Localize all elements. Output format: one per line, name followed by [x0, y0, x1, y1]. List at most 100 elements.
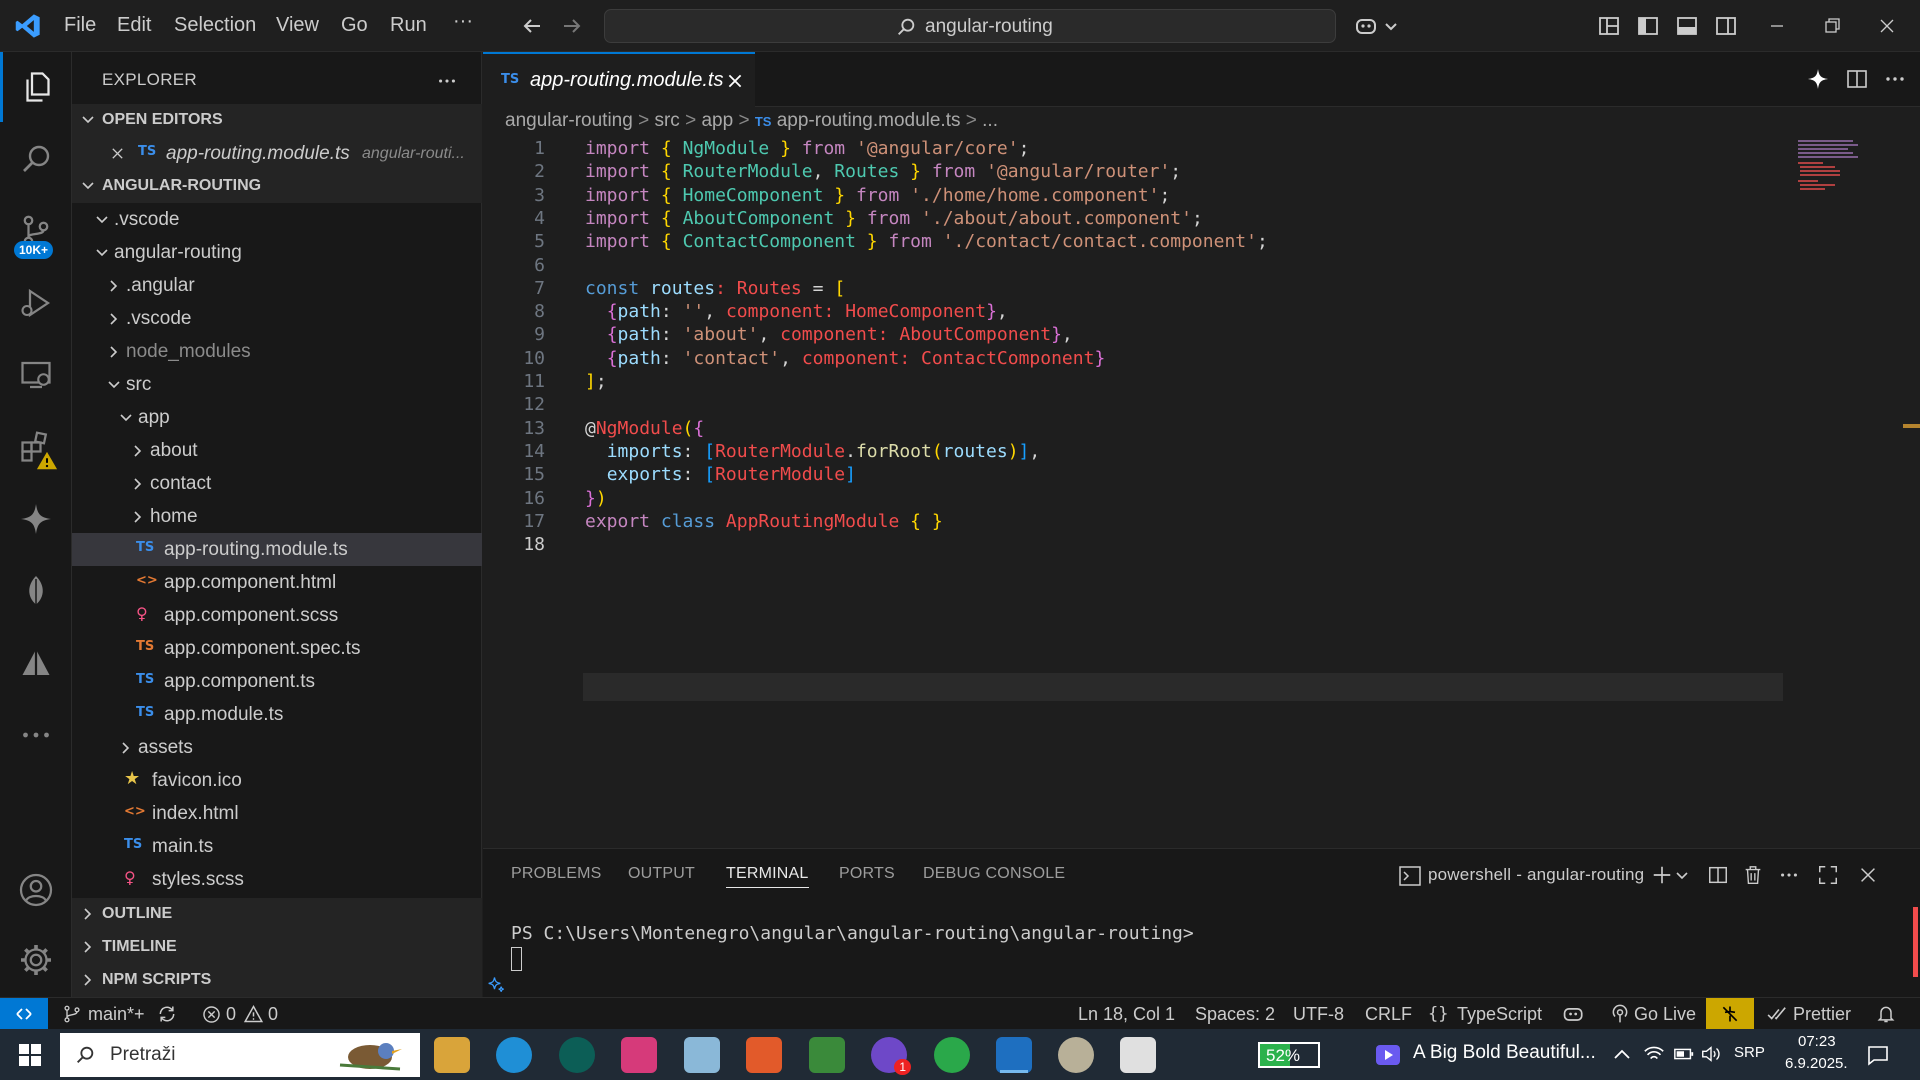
sparkle-icon[interactable] [1806, 67, 1830, 91]
toggle-panel-icon[interactable] [1675, 14, 1699, 38]
minimap[interactable] [1788, 136, 1908, 196]
line-ending[interactable]: CRLF [1365, 1004, 1412, 1025]
git-branch[interactable]: main*+ [88, 1004, 145, 1025]
tree-item[interactable]: assets [72, 731, 482, 764]
notification-toggle[interactable] [1706, 998, 1754, 1030]
customize-layout-icon[interactable] [1597, 14, 1621, 38]
split-editor-icon[interactable] [1845, 67, 1869, 91]
source-control-activity[interactable]: 10K+ [0, 196, 72, 266]
tab-debug-console[interactable]: DEBUG CONSOLE [923, 865, 1065, 883]
tree-item[interactable]: TS main.ts [72, 830, 482, 863]
menu-run[interactable]: Run [390, 14, 427, 37]
sparkle-icon[interactable] [487, 975, 507, 995]
error-icon[interactable] [202, 1005, 221, 1024]
go-live[interactable]: Go Live [1634, 1004, 1696, 1025]
remote-indicator[interactable] [0, 998, 48, 1030]
breadcrumb-symbol[interactable]: ... [982, 110, 998, 131]
menu-edit[interactable]: Edit [117, 14, 151, 37]
more-actions-icon[interactable] [1883, 67, 1907, 91]
explorer-activity[interactable] [0, 52, 72, 122]
cursor-position[interactable]: Ln 18, Col 1 [1078, 1004, 1175, 1025]
tree-item[interactable]: <> index.html [72, 797, 482, 830]
viber-app[interactable]: 1 [871, 1037, 911, 1075]
trash-icon[interactable] [1742, 864, 1764, 886]
command-center[interactable]: angular-routing [604, 9, 1336, 43]
menu-selection[interactable]: Selection [174, 14, 256, 37]
notes-app[interactable] [684, 1037, 720, 1073]
warning-icon[interactable] [243, 1004, 264, 1024]
other-app[interactable] [1120, 1037, 1156, 1073]
copilot-icon[interactable] [1354, 14, 1382, 38]
copilot-icon[interactable] [1562, 1003, 1586, 1025]
tree-item[interactable]: src [72, 368, 482, 401]
close-icon[interactable] [726, 72, 744, 90]
breadcrumb-src[interactable]: src [654, 110, 679, 131]
open-editors-header[interactable]: OPEN EDITORS [72, 104, 482, 137]
breadcrumb-file[interactable]: app-routing.module.ts [777, 110, 961, 131]
maximize-panel-icon[interactable] [1817, 864, 1839, 886]
breadcrumb-root[interactable]: angular-routing [505, 110, 633, 131]
tree-item[interactable]: angular-routing [72, 236, 482, 269]
tree-item[interactable]: about [72, 434, 482, 467]
terminal-name[interactable]: powershell - angular-routing [1428, 865, 1644, 885]
warning-count[interactable]: 0 [268, 1004, 278, 1025]
error-count[interactable]: 0 [226, 1004, 236, 1025]
wifi-icon[interactable] [1643, 1044, 1665, 1064]
tree-item[interactable]: TS app.module.ts [72, 698, 482, 731]
close-icon[interactable] [110, 146, 125, 161]
close-panel-icon[interactable] [1857, 864, 1879, 886]
tree-item[interactable]: app [72, 401, 482, 434]
accounts-activity[interactable] [0, 855, 72, 925]
brave-app[interactable] [746, 1037, 782, 1073]
copilot-activity[interactable] [0, 484, 72, 554]
chrome-app[interactable] [934, 1037, 970, 1073]
sync-icon[interactable] [157, 1004, 177, 1024]
chevron-down-icon[interactable] [1675, 866, 1689, 884]
bell-icon[interactable] [1876, 1004, 1896, 1024]
taskbar-search[interactable]: Pretraži [60, 1033, 420, 1077]
language-mode[interactable]: TypeScript [1457, 1004, 1542, 1025]
menu-file[interactable]: File [64, 14, 96, 37]
battery-tray-icon[interactable] [1673, 1045, 1695, 1063]
menu-more[interactable]: ··· [453, 10, 473, 33]
remote-explorer-activity[interactable] [0, 340, 72, 410]
chevron-up-icon[interactable] [1613, 1047, 1631, 1061]
open-editor-item[interactable]: TS app-routing.module.ts angular-routi..… [72, 137, 482, 170]
more-activity[interactable] [0, 700, 72, 770]
tree-item[interactable]: node_modules [72, 335, 482, 368]
prettier[interactable]: Prettier [1793, 1004, 1851, 1025]
tree-item[interactable]: ♀ app.component.scss [72, 599, 482, 632]
tab-terminal[interactable]: TERMINAL [726, 865, 809, 888]
tree-item[interactable]: .angular [72, 269, 482, 302]
new-terminal-icon[interactable] [1651, 864, 1673, 886]
manage-activity[interactable] [0, 925, 72, 995]
terminal-prompt[interactable]: PS C:\Users\Montenegro\angular\angular-r… [511, 923, 1194, 944]
encoding[interactable]: UTF-8 [1293, 1004, 1344, 1025]
breadcrumb-app[interactable]: app [701, 110, 733, 131]
search-activity[interactable] [0, 124, 72, 194]
mongodb-activity[interactable] [0, 556, 72, 626]
more-actions-icon[interactable] [436, 70, 458, 92]
file-explorer-app[interactable] [434, 1037, 470, 1073]
toggle-sidebar-icon[interactable] [1636, 14, 1660, 38]
extensions-activity[interactable] [0, 412, 72, 482]
back-arrow-icon[interactable] [520, 14, 544, 38]
battery-indicator[interactable]: 52% [1258, 1042, 1320, 1068]
edge-dev-app[interactable] [559, 1037, 595, 1073]
tree-item[interactable]: .vscode [72, 203, 482, 236]
media-icon[interactable] [1375, 1044, 1401, 1066]
edge-app[interactable] [496, 1037, 532, 1073]
paint-app[interactable] [1058, 1037, 1094, 1073]
minimize-icon[interactable] [1765, 14, 1789, 38]
vscode-app[interactable] [996, 1037, 1032, 1073]
more-actions-icon[interactable] [1778, 864, 1800, 886]
timeline-header[interactable]: TIMELINE [72, 931, 482, 964]
tab-output[interactable]: OUTPUT [628, 865, 695, 883]
restore-icon[interactable] [1820, 14, 1844, 38]
windows-start-icon[interactable] [18, 1043, 42, 1067]
close-window-icon[interactable] [1875, 14, 1899, 38]
tree-item[interactable]: .vscode [72, 302, 482, 335]
tree-item[interactable]: TS app.component.ts [72, 665, 482, 698]
tree-item[interactable]: TS app-routing.module.ts [72, 533, 482, 566]
deploy-activity[interactable] [0, 628, 72, 698]
